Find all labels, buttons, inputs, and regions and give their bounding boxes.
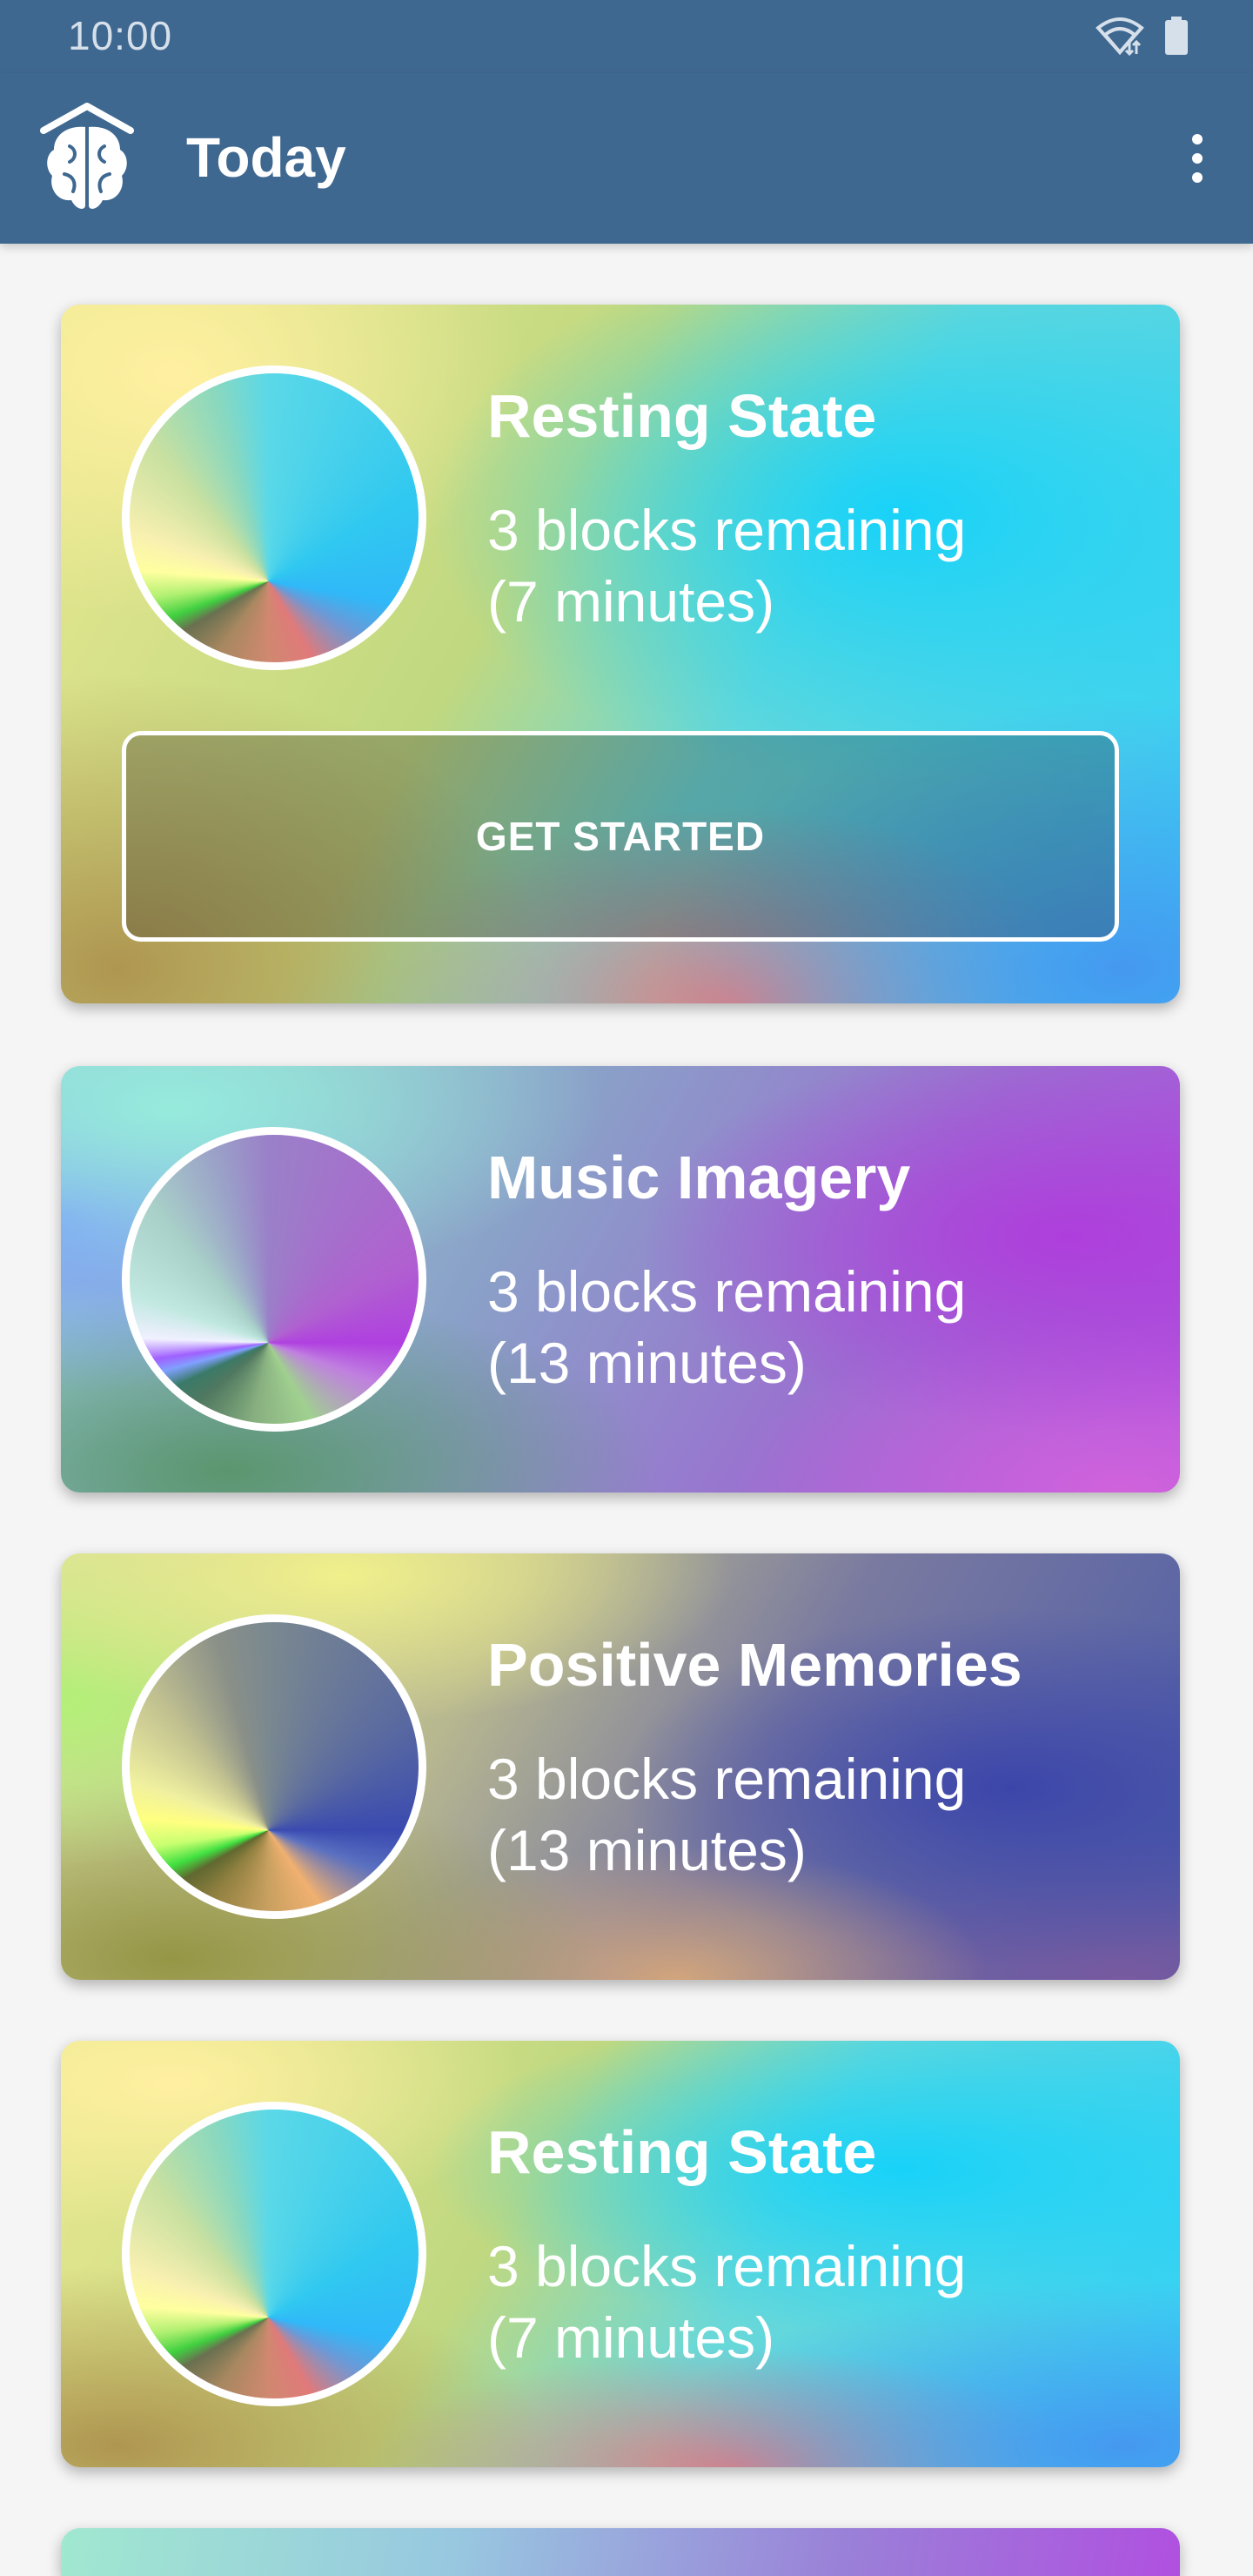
session-wheel-icon xyxy=(122,366,426,670)
status-icons xyxy=(1095,16,1189,60)
session-card-music-imagery[interactable]: Music Imagery 3 blocks remaining (13 min… xyxy=(61,1066,1180,1493)
session-card-resting-state-2[interactable]: Resting State 3 blocks remaining (7 minu… xyxy=(61,2041,1180,2467)
session-title: Resting State xyxy=(487,2118,877,2186)
wifi-icon xyxy=(1095,16,1145,60)
status-time: 10:00 xyxy=(68,13,173,58)
session-wheel-icon xyxy=(122,2102,426,2406)
page-title: Today xyxy=(186,126,346,189)
more-options-button[interactable] xyxy=(1163,122,1232,195)
session-title: Resting State xyxy=(487,382,877,450)
session-card-partial[interactable] xyxy=(61,2528,1180,2576)
session-card-resting-state[interactable]: Resting State 3 blocks remaining (7 minu… xyxy=(61,305,1180,1003)
session-wheel-icon xyxy=(122,1127,426,1432)
duration: (13 minutes) xyxy=(487,1331,807,1395)
session-wheel-icon xyxy=(122,1614,426,1919)
blocks-remaining: 3 blocks remaining xyxy=(487,1259,967,1324)
duration: (7 minutes) xyxy=(487,569,775,634)
battery-icon xyxy=(1164,17,1189,59)
brain-logo-icon xyxy=(38,101,136,216)
duration: (7 minutes) xyxy=(487,2305,775,2370)
app-bar: Today xyxy=(0,73,1253,244)
blocks-remaining: 3 blocks remaining xyxy=(487,498,967,562)
blocks-remaining: 3 blocks remaining xyxy=(487,2234,967,2298)
session-title: Positive Memories xyxy=(487,1631,1022,1699)
blocks-remaining: 3 blocks remaining xyxy=(487,1747,967,1811)
session-title: Music Imagery xyxy=(487,1144,911,1211)
duration: (13 minutes) xyxy=(487,1818,807,1882)
status-bar: 10:00 xyxy=(0,0,1253,73)
more-vert-icon xyxy=(1192,134,1203,144)
get-started-button[interactable]: GET STARTED xyxy=(122,731,1119,942)
session-card-positive-memories[interactable]: Positive Memories 3 blocks remaining (13… xyxy=(61,1553,1180,1980)
